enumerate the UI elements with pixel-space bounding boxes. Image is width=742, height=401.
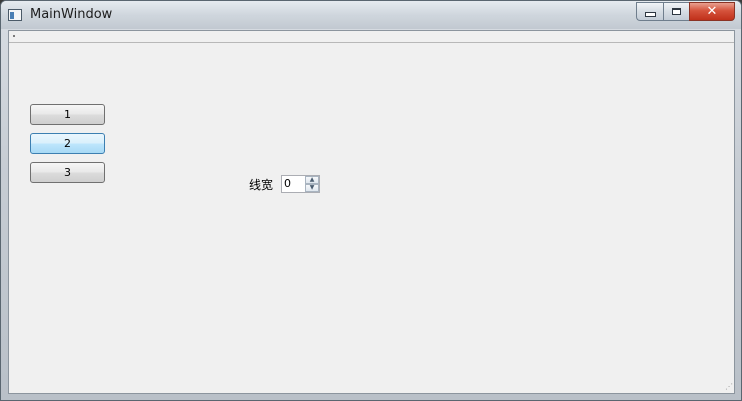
maximize-button[interactable] [663, 2, 689, 21]
line-width-label: 线宽 [249, 178, 274, 192]
minimize-icon [644, 11, 656, 17]
close-button[interactable]: ✕ [689, 2, 735, 21]
app-window-icon[interactable] [8, 9, 22, 21]
menu-bar-grip [13, 35, 15, 37]
client-area: 1 2 3 线宽 0 ▲ ▼ ⋰ [8, 30, 735, 394]
minimize-button[interactable] [636, 2, 663, 21]
button-1[interactable]: 1 [30, 104, 105, 125]
caption-buttons: ✕ [636, 2, 735, 21]
button-2[interactable]: 2 [30, 133, 105, 154]
main-window: MainWindow ✕ 1 2 3 线宽 0 ▲ ▼ ⋰ [0, 0, 742, 401]
line-width-value[interactable]: 0 [284, 177, 291, 190]
chevron-down-icon[interactable]: ▼ [305, 184, 319, 192]
resize-grip-icon[interactable]: ⋰ [723, 382, 733, 392]
maximize-icon [672, 8, 681, 15]
window-title: MainWindow [30, 7, 113, 22]
chevron-up-icon[interactable]: ▲ [305, 176, 319, 184]
line-width-spinbox[interactable]: 0 ▲ ▼ [281, 175, 320, 193]
spin-arrows: ▲ ▼ [305, 176, 319, 192]
close-icon: ✕ [706, 4, 718, 19]
menu-bar[interactable] [9, 31, 734, 43]
button-3[interactable]: 3 [30, 162, 105, 183]
title-bar[interactable]: MainWindow ✕ [1, 1, 741, 29]
